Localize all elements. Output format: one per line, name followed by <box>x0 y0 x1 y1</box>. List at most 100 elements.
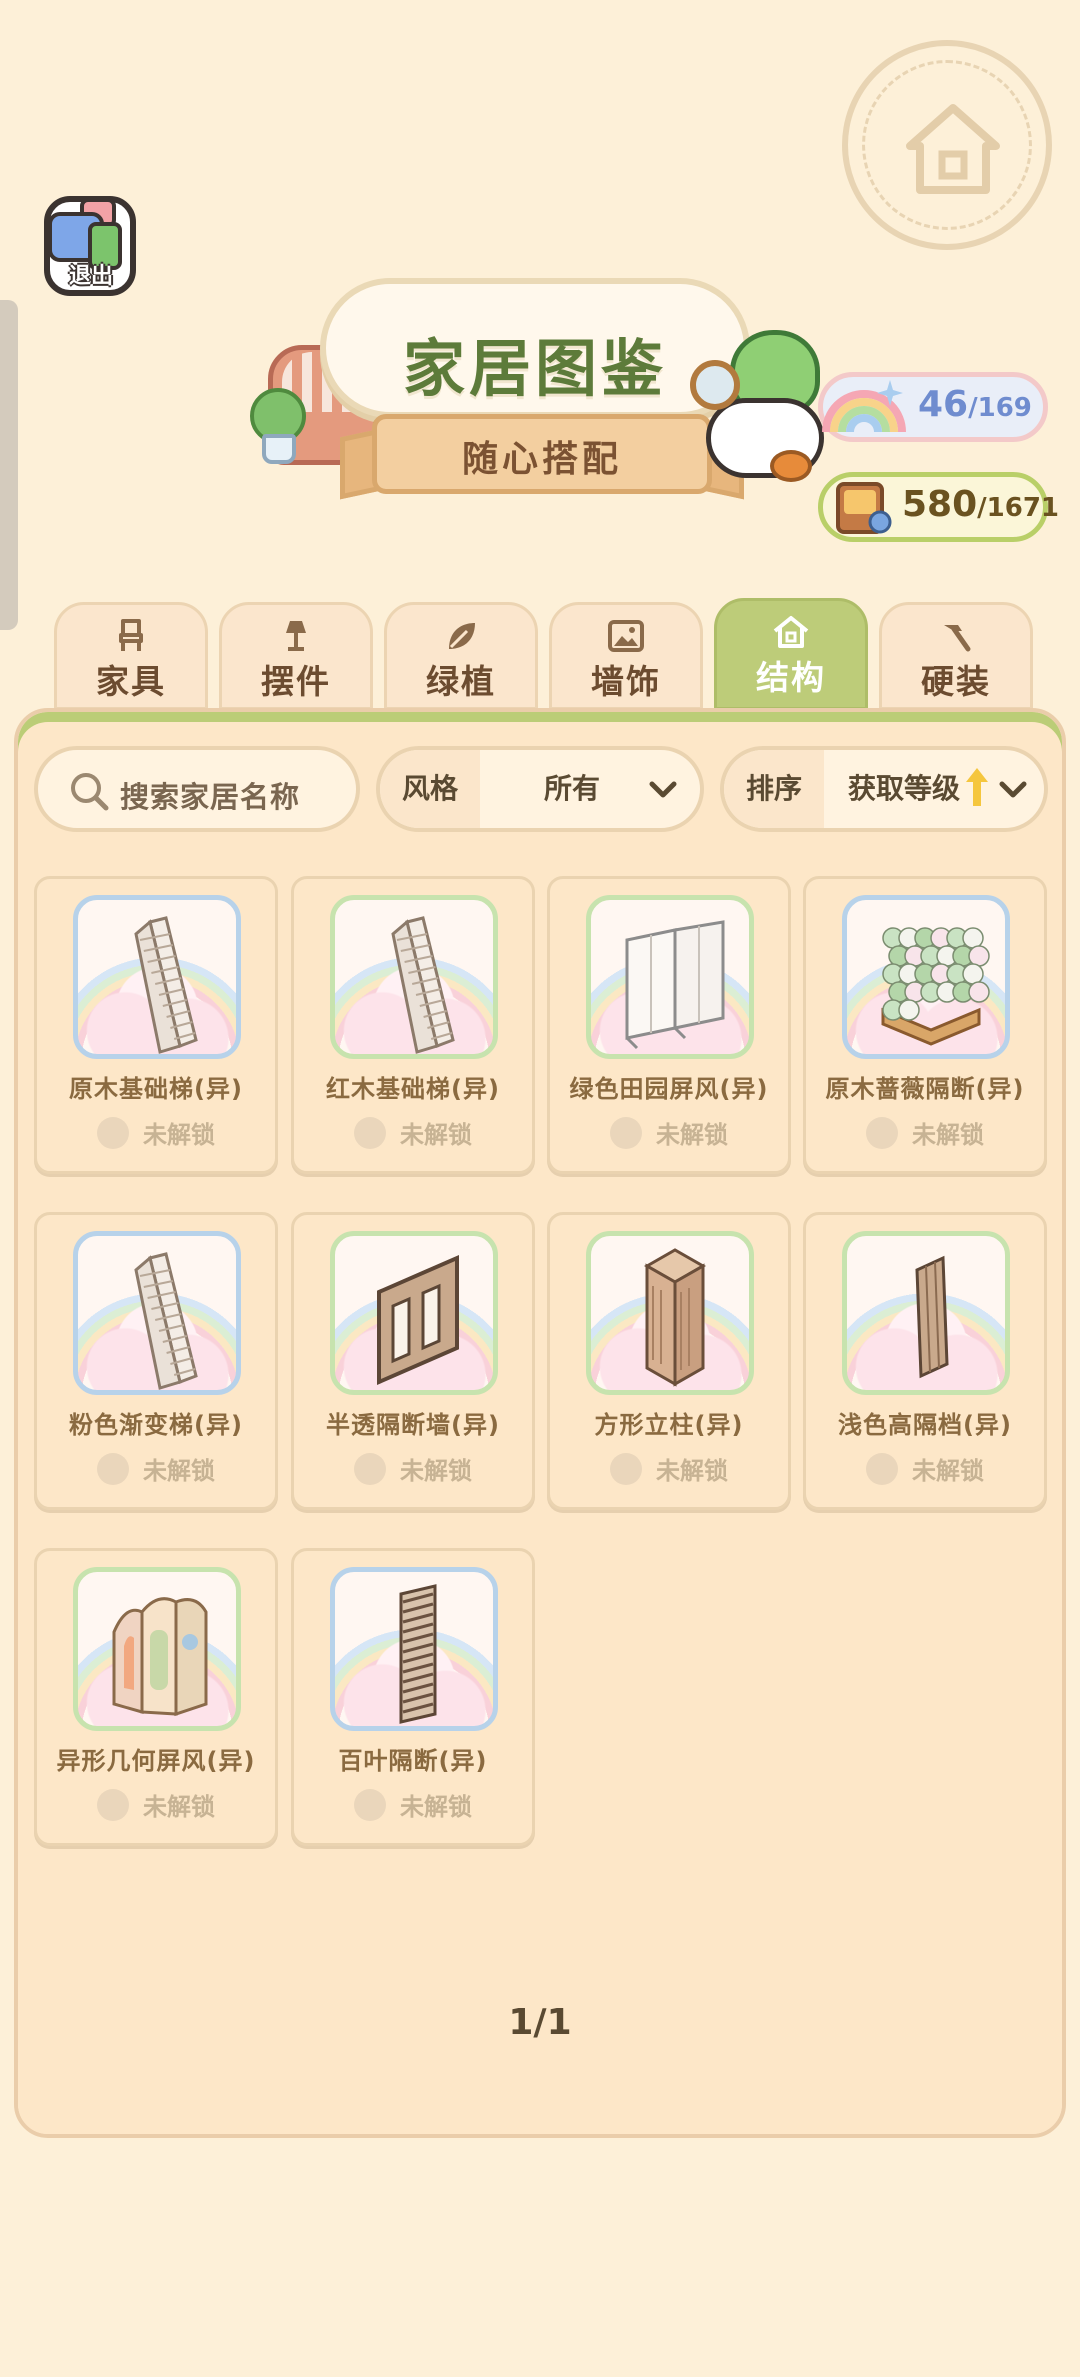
sort-dropdown[interactable]: 排序 获取等级 <box>720 746 1048 832</box>
search-placeholder: 搜索家居名称 <box>120 780 301 814</box>
item-thumbnail <box>586 895 754 1059</box>
item-card[interactable]: 方形立柱(异) 未解锁 <box>547 1212 791 1510</box>
lamp-icon <box>286 621 306 651</box>
item-name: 百叶隔断(异) <box>338 1747 488 1775</box>
item-lock-status: 未解锁 <box>37 1451 275 1486</box>
item-name: 异形几何屏风(异) <box>56 1747 256 1775</box>
item-lock-status: 未解锁 <box>294 1451 532 1486</box>
book-count-total: /1671 <box>977 493 1060 523</box>
mascot-foot <box>770 450 812 482</box>
lock-status-text: 未解锁 <box>143 1121 215 1149</box>
lock-status-icon <box>354 1116 386 1149</box>
style-dropdown[interactable]: 风格 所有 <box>376 746 704 832</box>
lock-status-icon <box>354 1452 386 1485</box>
item-thumbnail <box>842 1231 1010 1395</box>
item-card[interactable]: 半透隔断墙(异) 未解锁 <box>291 1212 535 1510</box>
lock-status-text: 未解锁 <box>400 1793 472 1821</box>
home-emblem-icon[interactable] <box>842 40 1052 250</box>
lock-status-icon <box>610 1452 642 1485</box>
chair-icon <box>119 619 143 651</box>
style-value: 所有 <box>544 772 601 805</box>
chevron-down-icon <box>999 781 1027 798</box>
item-name: 红木基础梯(异) <box>326 1075 500 1103</box>
item-thumbnail <box>73 1231 241 1395</box>
book-count: 580/1671 <box>902 484 1059 525</box>
item-thumbnail <box>330 1567 498 1731</box>
item-thumbnail <box>330 1231 498 1395</box>
tab-plants[interactable]: 绿植 <box>384 602 538 710</box>
rainbow-icon <box>822 380 906 433</box>
hammer-icon <box>944 625 971 652</box>
tab-label: 家具 <box>96 662 166 701</box>
tab-wall-decor[interactable]: 墙饰 <box>549 602 703 710</box>
item-name: 绿色田园屏风(异) <box>569 1075 769 1103</box>
item-lock-status: 未解锁 <box>550 1451 788 1486</box>
item-lock-status: 未解锁 <box>37 1787 275 1822</box>
page-subtitle: 随心搭配 <box>461 439 622 480</box>
tab-label: 硬装 <box>921 662 991 701</box>
exit-button[interactable]: 退出 <box>38 192 144 304</box>
lock-status-text: 未解锁 <box>400 1121 472 1149</box>
lock-status-icon <box>354 1788 386 1821</box>
item-card[interactable]: 红木基础梯(异) 未解锁 <box>291 876 535 1174</box>
book-count-current: 580 <box>902 484 978 525</box>
side-scroll-handle <box>0 300 18 630</box>
item-lock-status: 未解锁 <box>806 1115 1044 1150</box>
lock-status-icon <box>97 1788 129 1821</box>
item-name: 原木基础梯(异) <box>69 1075 243 1103</box>
exit-label: 退出 <box>68 264 113 289</box>
item-lock-status: 未解锁 <box>806 1451 1044 1486</box>
item-thumbnail <box>73 895 241 1059</box>
item-name: 原木蔷薇隔断(异) <box>825 1075 1025 1103</box>
lock-status-icon <box>866 1452 898 1485</box>
rainbow-count-total: /169 <box>968 393 1032 423</box>
tab-hard-decor[interactable]: 硬装 <box>879 602 1033 710</box>
lock-status-icon <box>97 1116 129 1149</box>
item-name: 半透隔断墙(异) <box>326 1411 500 1439</box>
lock-status-text: 未解锁 <box>143 1457 215 1485</box>
item-card[interactable]: 浅色高隔档(异) 未解锁 <box>803 1212 1047 1510</box>
item-card[interactable]: 粉色渐变梯(异) 未解锁 <box>34 1212 278 1510</box>
pagination: 1/1 <box>508 2002 572 2043</box>
search-icon <box>71 773 109 811</box>
tab-structure[interactable]: 结构 <box>714 598 868 710</box>
item-lock-status: 未解锁 <box>294 1115 532 1150</box>
item-thumbnail <box>73 1567 241 1731</box>
plant-pot <box>262 434 296 464</box>
page-title: 家居图鉴 <box>402 332 667 405</box>
item-lock-status: 未解锁 <box>37 1115 275 1150</box>
picture-frame-icon <box>608 620 644 652</box>
item-card[interactable]: 原木基础梯(异) 未解锁 <box>34 876 278 1174</box>
sort-value: 获取等级 <box>848 772 961 805</box>
item-lock-status: 未解锁 <box>294 1787 532 1822</box>
style-label: 风格 <box>380 750 480 828</box>
rainbow-count-current: 46 <box>918 384 969 425</box>
item-name: 方形立柱(异) <box>594 1411 744 1439</box>
lock-status-text: 未解锁 <box>143 1793 215 1821</box>
sort-ascending-arrow-icon <box>966 768 988 806</box>
item-card[interactable]: 百叶隔断(异) 未解锁 <box>291 1548 535 1846</box>
item-card[interactable]: 异形几何屏风(异) 未解锁 <box>34 1548 278 1846</box>
tab-label: 结构 <box>756 658 826 697</box>
sort-label: 排序 <box>724 750 824 828</box>
chevron-down-icon <box>649 781 677 798</box>
leaf-icon <box>449 623 475 649</box>
lock-status-text: 未解锁 <box>656 1121 728 1149</box>
item-thumbnail <box>330 895 498 1059</box>
rainbow-count: 46/169 <box>918 384 1032 425</box>
tab-furniture[interactable]: 家具 <box>54 602 208 710</box>
tab-ornaments[interactable]: 摆件 <box>219 602 373 710</box>
lock-status-icon <box>97 1452 129 1485</box>
tab-label: 墙饰 <box>591 662 661 701</box>
tab-label: 摆件 <box>261 662 331 701</box>
item-name: 浅色高隔档(异) <box>838 1411 1012 1439</box>
item-lock-status: 未解锁 <box>550 1115 788 1150</box>
lock-status-text: 未解锁 <box>656 1457 728 1485</box>
lock-status-text: 未解锁 <box>912 1121 984 1149</box>
search-input[interactable]: 搜索家居名称 <box>34 746 360 832</box>
item-card[interactable]: 绿色田园屏风(异) 未解锁 <box>547 876 791 1174</box>
tab-label: 绿植 <box>426 662 496 701</box>
house-icon <box>773 616 809 648</box>
magnifier-icon <box>690 360 740 410</box>
item-card[interactable]: 原木蔷薇隔断(异) 未解锁 <box>803 876 1047 1174</box>
